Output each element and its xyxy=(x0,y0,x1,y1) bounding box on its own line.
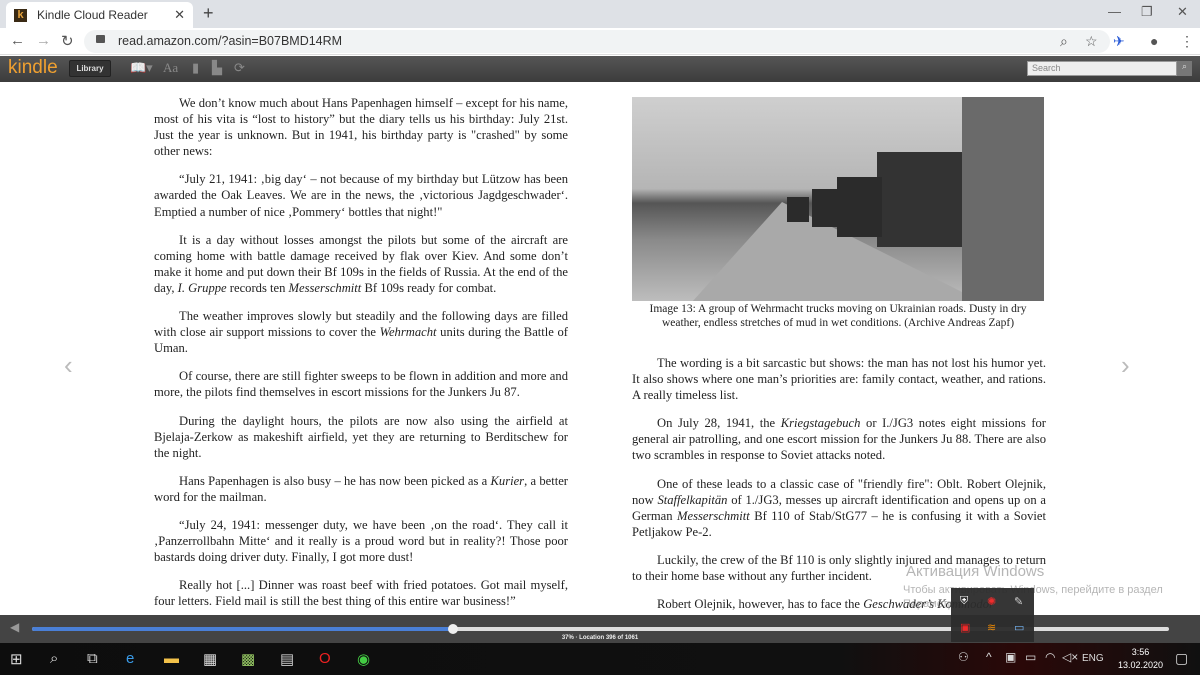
kindle-logo: kindle xyxy=(8,57,58,78)
kindle-toolbar: kindle Library 📖▾ Aa ▮ ▙ ⟳ Search ⌕ xyxy=(0,56,1200,82)
language-indicator[interactable]: ENG xyxy=(1082,653,1104,664)
browser-tab-strip: k Kindle Cloud Reader ✕ + — ❐ ✕ xyxy=(0,0,1200,28)
close-window-button[interactable]: ✕ xyxy=(1177,4,1188,20)
maximize-button[interactable]: ❐ xyxy=(1141,4,1153,20)
menu-icon[interactable]: ⋮ xyxy=(1180,33,1194,50)
paragraph: “July 21, 1941: ‚big day‘ – not because … xyxy=(154,172,568,219)
app-tray-icon[interactable]: ✺ xyxy=(987,595,996,608)
bookmark-icon[interactable]: ▮ xyxy=(192,60,199,76)
notification-app-icon[interactable]: ▣ xyxy=(1005,650,1016,664)
task-view-icon[interactable]: ⧉ xyxy=(87,650,98,667)
paragraph: Of course, there are still fighter sweep… xyxy=(154,369,568,400)
file-explorer-icon[interactable]: ▬ xyxy=(164,650,179,667)
tray-overflow-popup: ⛨ ✺ ✎ ▣ ≋ ▭ xyxy=(951,588,1034,642)
url-input[interactable]: read.amazon.com/?asin=B07BMD14RM xyxy=(84,30,1110,53)
paragraph: One of these leads to a classic case of … xyxy=(632,476,1046,539)
paragraph: During the daylight hours, the pilots ar… xyxy=(154,413,568,460)
search-icon[interactable]: ⌕ xyxy=(1177,61,1192,76)
volume-muted-icon[interactable]: ◁× xyxy=(1062,650,1078,664)
kindle-favicon-icon: k xyxy=(14,8,27,22)
clock-date: 13.02.2020 xyxy=(1118,660,1164,670)
url-text: read.amazon.com/?asin=B07BMD14RM xyxy=(118,34,343,48)
action-center-icon[interactable]: ▢ xyxy=(1175,650,1188,667)
defender-icon[interactable]: ⛨ xyxy=(960,595,968,608)
profile-icon[interactable]: ● xyxy=(1150,33,1158,49)
font-settings-icon[interactable]: Aa xyxy=(163,60,178,76)
address-bar-row: ← → ↻ read.amazon.com/?asin=B07BMD14RM ⌕… xyxy=(0,28,1200,55)
progress-knob[interactable] xyxy=(447,624,458,634)
zoom-icon[interactable]: ⌕ xyxy=(1060,33,1068,50)
minimize-button[interactable]: — xyxy=(1108,4,1121,19)
paragraph: On July 28, 1941, the Kriegstagebuch or … xyxy=(632,416,1047,463)
tool-tray-icon[interactable]: ✎ xyxy=(1014,595,1023,608)
notes-icon[interactable]: ▙ xyxy=(212,60,222,76)
book-menu-icon[interactable]: 📖▾ xyxy=(130,60,153,76)
app2-icon[interactable]: ▤ xyxy=(280,650,294,668)
app-icon[interactable]: ▩ xyxy=(241,650,255,668)
tab-kindle[interactable]: k Kindle Cloud Reader ✕ xyxy=(6,2,193,28)
opera-icon[interactable]: O xyxy=(319,650,331,667)
previous-page-arrow[interactable]: ‹ xyxy=(64,350,73,381)
battery-icon[interactable]: ▭ xyxy=(1025,650,1036,664)
windows-taskbar: ⊞ ⌕ ⧉ e ▬ ▦ ▩ ▤ O ◉ ⚇ ^ ▣ ▭ ◠ ◁× ENG 3:5… xyxy=(0,643,1200,675)
paragraph: It is a day without losses amongst the p… xyxy=(154,232,568,295)
truck-convoy-photo xyxy=(632,97,1044,301)
new-tab-button[interactable]: + xyxy=(203,3,214,24)
next-page-arrow[interactable]: › xyxy=(1121,350,1130,381)
reload-icon[interactable]: ↻ xyxy=(61,32,74,50)
progress-back-icon[interactable]: ◀ xyxy=(10,620,19,634)
search-taskbar-icon[interactable]: ⌕ xyxy=(50,650,58,667)
lock-icon xyxy=(96,35,105,43)
progress-fill xyxy=(32,627,453,631)
paragraph: Hans Papenhagen is also busy – he has no… xyxy=(154,473,568,504)
edge-icon[interactable]: e xyxy=(126,650,134,667)
left-page-column: We don’t know much about Hans Papenhagen… xyxy=(154,95,568,621)
forward-icon[interactable]: → xyxy=(36,32,51,49)
back-icon[interactable]: ← xyxy=(10,32,25,49)
paragraph: Really hot [...] Dinner was roast beef w… xyxy=(154,578,568,609)
library-button[interactable]: Library xyxy=(69,60,111,77)
clock-time: 3:56 xyxy=(1131,647,1150,657)
acrobat-icon[interactable]: ▣ xyxy=(960,621,970,634)
people-icon[interactable]: ⚇ xyxy=(958,650,969,664)
wifi-icon[interactable]: ◠ xyxy=(1045,650,1055,664)
store-icon[interactable]: ▦ xyxy=(203,650,217,668)
bookmark-star-icon[interactable]: ☆ xyxy=(1085,33,1098,50)
close-tab-icon[interactable]: ✕ xyxy=(174,7,185,23)
paragraph: We don’t know much about Hans Papenhagen… xyxy=(154,96,568,159)
sync-icon[interactable]: ⟳ xyxy=(234,60,245,76)
kindle-search-input[interactable]: Search xyxy=(1027,61,1177,76)
image-caption: Image 13: A group of Wehrmacht trucks mo… xyxy=(649,303,1027,329)
drive-icon[interactable]: ▭ xyxy=(1014,621,1024,634)
paragraph: “July 24, 1941: messenger duty, we have … xyxy=(154,517,568,565)
extension-icon[interactable]: ✈ xyxy=(1113,33,1125,50)
tab-title: Kindle Cloud Reader xyxy=(37,8,148,22)
paragraph: The weather improves slowly but steadily… xyxy=(154,309,568,356)
start-icon[interactable]: ⊞ xyxy=(10,650,23,668)
paragraph: The wording is a bit sarcastic but shows… xyxy=(632,356,1046,403)
tray-chevron-icon[interactable]: ^ xyxy=(986,650,992,664)
chrome-icon[interactable]: ◉ xyxy=(357,650,370,668)
clock[interactable]: 3:56 13.02.2020 xyxy=(1118,646,1163,672)
winamp-icon[interactable]: ≋ xyxy=(987,621,996,634)
activation-watermark-title: Активация Windows xyxy=(906,563,1045,580)
